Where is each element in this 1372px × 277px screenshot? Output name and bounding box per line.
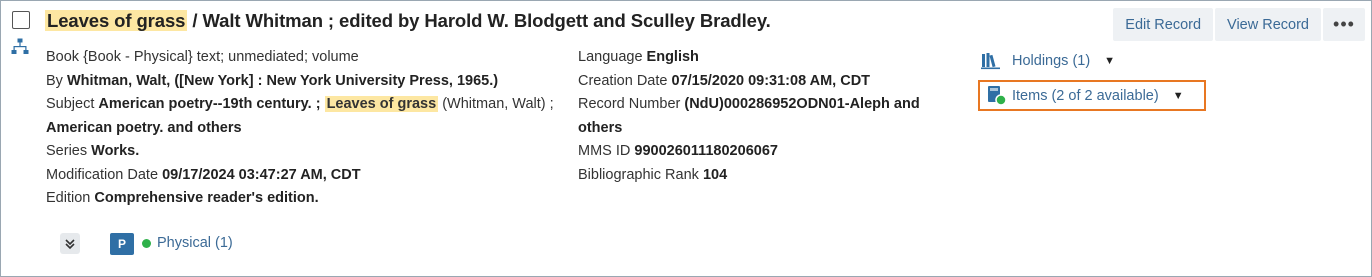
books-icon [981, 53, 1000, 70]
creation-date-row: Creation Date 07/15/2020 09:31:08 AM, CD… [578, 72, 871, 89]
series-row: Series Works. [46, 143, 140, 159]
select-checkbox[interactable] [12, 11, 30, 29]
modification-date-row: Modification Date 09/17/2024 03:47:27 AM… [46, 166, 361, 183]
more-actions-button[interactable]: ••• [1323, 8, 1365, 41]
holdings-dropdown-icon[interactable]: ▼ [1104, 55, 1115, 67]
physical-label: Physical (1) [157, 235, 233, 251]
expand-icon[interactable] [60, 233, 80, 254]
record-actions: Edit Record View Record ••• [1113, 8, 1365, 41]
bibliographic-rank-row: Bibliographic Rank 104 [578, 166, 728, 183]
available-status-icon [142, 238, 151, 248]
items-label: Items (2 of 2 available) [1012, 87, 1159, 104]
subject-highlight: Leaves of grass [324, 96, 439, 112]
view-record-button[interactable]: View Record [1215, 8, 1321, 41]
details-right: Language English Creation Date 07/15/202… [578, 46, 948, 187]
subject-row: Subject American poetry--19th century. ;… [46, 96, 554, 112]
format-row: Book {Book - Physical} text; unmediated;… [46, 49, 359, 65]
record-number-row: Record Number (NdU)000286952ODN01-Aleph … [578, 96, 920, 112]
record-card: Leaves of grass / Walt Whitman ; edited … [0, 0, 1372, 277]
holdings-link[interactable]: Holdings (1) ▼ [981, 52, 1115, 70]
author-row: By Whitman, Walt, ([New York] : New York… [46, 72, 499, 89]
details-left: Book {Book - Physical} text; unmediated;… [46, 46, 566, 211]
physical-link[interactable]: Physical (1) [142, 235, 233, 251]
items-link[interactable]: Items (2 of 2 available) ▼ [978, 80, 1206, 111]
title-rest: / Walt Whitman ; edited by Harold W. Blo… [192, 10, 771, 31]
record-number-row-continued: others [578, 119, 623, 136]
holdings-label: Holdings (1) [1012, 53, 1091, 69]
edition-row: Edition Comprehensive reader's edition. [46, 190, 319, 206]
items-dropdown-icon[interactable]: ▼ [1173, 90, 1184, 102]
edit-record-button[interactable]: Edit Record [1113, 8, 1214, 41]
mms-id-row: MMS ID 990026011180206067 [578, 143, 778, 159]
physical-badge: P [110, 233, 134, 255]
language-row: Language English [578, 49, 699, 65]
title-highlight: Leaves of grass [45, 10, 188, 31]
item-available-icon [988, 85, 1007, 106]
subject-row-continued: American poetry. and others [46, 119, 242, 136]
record-title[interactable]: Leaves of grass / Walt Whitman ; edited … [45, 10, 771, 32]
hierarchy-icon[interactable] [11, 38, 29, 56]
